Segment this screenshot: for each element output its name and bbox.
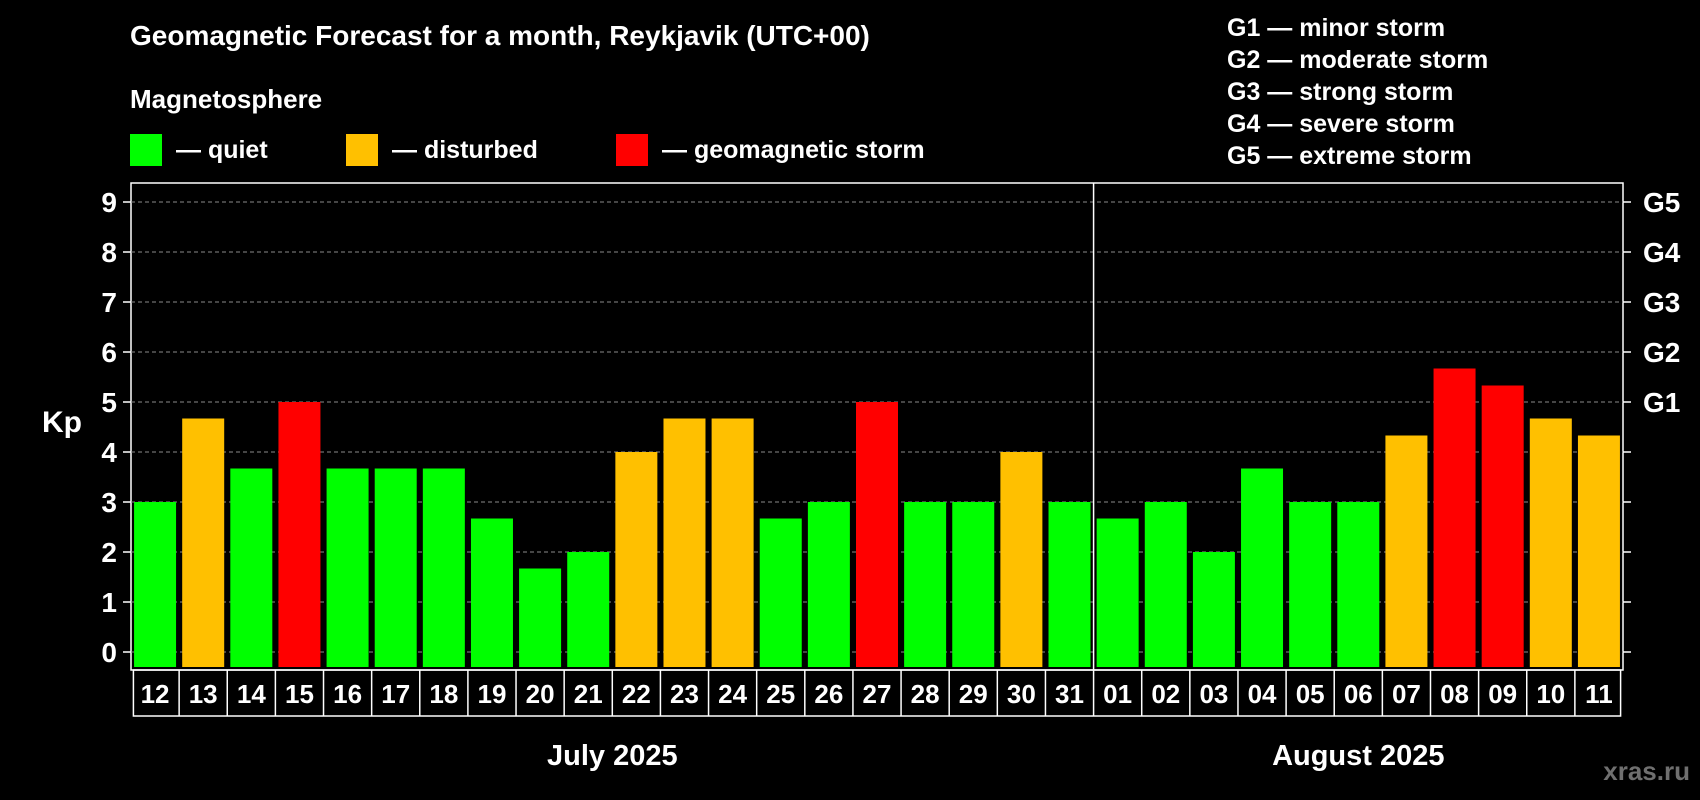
x-tick-label: 26 <box>814 679 843 709</box>
x-tick-label: 03 <box>1199 679 1228 709</box>
bar-disturbed <box>1577 435 1620 667</box>
month-label: August 2025 <box>1272 740 1444 772</box>
x-tick-label: 12 <box>141 679 170 709</box>
x-tick-label: 21 <box>574 679 603 709</box>
storm-level-label: G2 <box>1643 337 1680 368</box>
bar-quiet <box>807 502 850 667</box>
bar-storm <box>1433 368 1476 667</box>
x-tick-label: 30 <box>1007 679 1036 709</box>
month-label: July 2025 <box>547 740 678 772</box>
bar-disturbed <box>1000 452 1043 667</box>
y-tick-label: 6 <box>101 337 117 368</box>
x-tick-label: 29 <box>959 679 988 709</box>
x-tick-label: 08 <box>1440 679 1469 709</box>
y-tick-label: 1 <box>101 587 117 618</box>
x-tick-label: 23 <box>670 679 699 709</box>
bar-storm <box>278 402 321 667</box>
bar-disturbed <box>182 418 225 667</box>
x-tick-label: 05 <box>1296 679 1325 709</box>
bar-quiet <box>1192 552 1235 667</box>
x-tick-label: 19 <box>478 679 507 709</box>
watermark: xras.ru <box>1603 756 1690 786</box>
y-tick-label: 5 <box>101 387 117 418</box>
x-tick-label: 18 <box>429 679 458 709</box>
x-tick-label: 28 <box>911 679 940 709</box>
bar-quiet <box>1241 468 1284 667</box>
kp-bar-chart: 0123456789KpG1G2G3G4G512 13 14 15 16 17 18 19 20… <box>42 182 1681 772</box>
bar-disturbed <box>1385 435 1428 667</box>
bar-disturbed <box>1529 418 1572 667</box>
storm-level-label: G5 <box>1643 187 1680 218</box>
storm-level-label: G3 <box>1643 287 1680 318</box>
bar-quiet <box>326 468 369 667</box>
bar-storm <box>1481 385 1524 667</box>
bar-quiet <box>1048 502 1091 667</box>
y-tick-label: 4 <box>101 437 117 468</box>
x-tick-label: 17 <box>381 679 410 709</box>
bar-quiet <box>422 468 465 667</box>
bar-storm <box>856 402 898 667</box>
x-tick-label: 04 <box>1248 679 1277 709</box>
bar-quiet <box>519 568 562 667</box>
x-tick-label: 11 <box>1585 679 1613 709</box>
bar-quiet <box>1144 502 1187 667</box>
bar-quiet <box>134 502 177 667</box>
bar-quiet <box>904 502 947 667</box>
x-tick-label: 31 <box>1055 679 1084 709</box>
bar-quiet <box>1337 502 1380 667</box>
y-tick-label: 2 <box>101 537 117 568</box>
x-tick-label: 20 <box>526 679 555 709</box>
y-tick-label: 9 <box>101 187 117 218</box>
x-tick-label: 13 <box>189 679 218 709</box>
y-tick-label: 3 <box>101 487 117 518</box>
bar-quiet <box>374 468 417 667</box>
bar-quiet <box>1096 518 1139 667</box>
x-tick-label: 16 <box>333 679 362 709</box>
y-tick-label: 8 <box>101 237 117 268</box>
bar-disturbed <box>615 452 658 667</box>
y-tick-label: 7 <box>101 287 117 318</box>
storm-level-label: G1 <box>1643 387 1680 418</box>
y-tick-label: 0 <box>101 637 117 668</box>
x-tick-label: 25 <box>766 679 795 709</box>
bar-quiet <box>952 502 995 667</box>
x-tick-label: 07 <box>1392 679 1421 709</box>
x-tick-label: 02 <box>1151 679 1180 709</box>
x-tick-label: 22 <box>622 679 651 709</box>
bar-quiet <box>470 518 513 667</box>
x-tick-label: 27 <box>863 679 892 709</box>
x-tick-label: 01 <box>1103 679 1132 709</box>
x-tick-label: 09 <box>1488 679 1517 709</box>
bar-quiet <box>759 518 802 667</box>
x-tick-label: 10 <box>1536 679 1565 709</box>
y-axis-label: Kp <box>42 406 82 439</box>
bar-disturbed <box>711 418 754 667</box>
x-tick-label: 14 <box>237 679 266 709</box>
bar-quiet <box>1289 502 1332 667</box>
x-tick-label: 24 <box>718 679 747 709</box>
bar-quiet <box>230 468 273 667</box>
x-tick-label: 06 <box>1344 679 1373 709</box>
bar-quiet <box>567 552 610 667</box>
x-tick-label: 15 <box>285 679 314 709</box>
storm-level-label: G4 <box>1643 237 1681 268</box>
bar-disturbed <box>663 418 706 667</box>
